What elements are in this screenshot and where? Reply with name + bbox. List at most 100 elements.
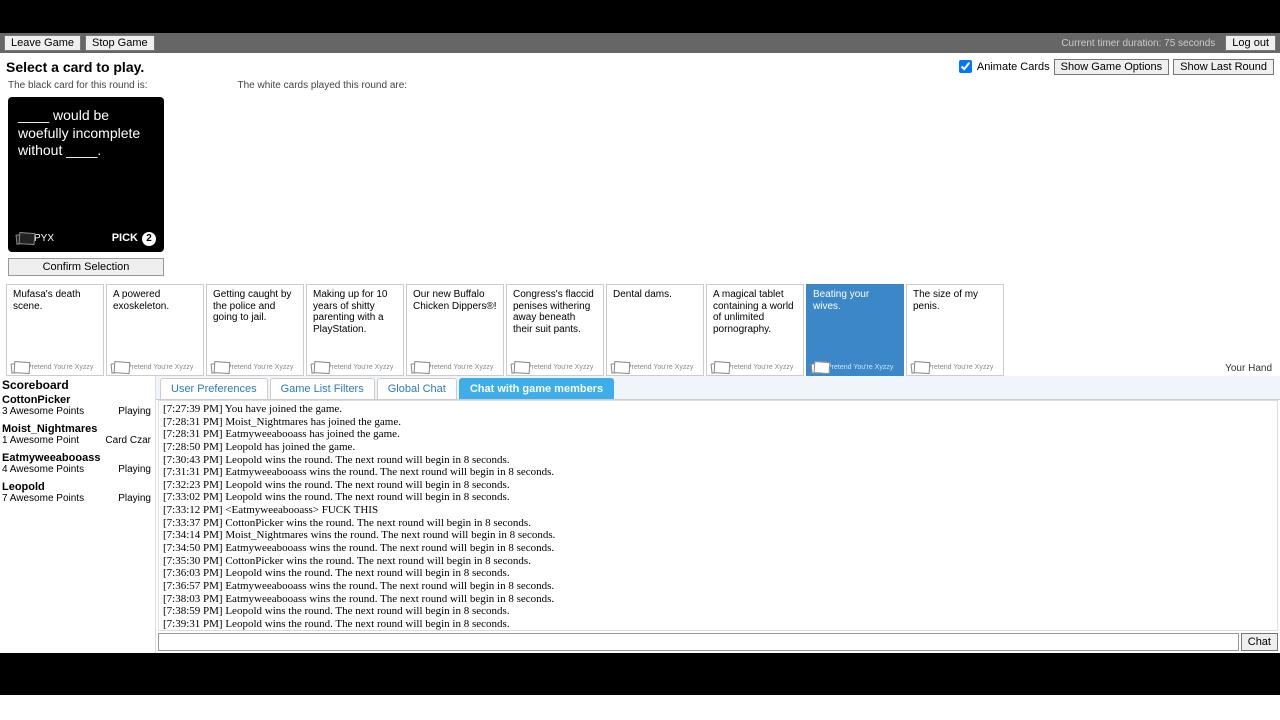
show-last-round-button[interactable]: Show Last Round [1173,59,1274,75]
card-stack-icon [311,362,326,373]
chat-line: [7:33:37 PM] CottonPicker wins the round… [163,517,1273,530]
hand-row: Mufasa's death scene. Pretend You're Xyzz… [0,282,1280,376]
confirm-selection-button[interactable]: Confirm Selection [8,258,164,276]
chat-line: [7:28:31 PM] Eatmyweeabooass has joined … [163,428,1273,441]
hand-card[interactable]: Getting caught by the police and going t… [206,284,304,376]
hand-card[interactable]: Our new Buffalo Chicken Dippers®! Pretend… [406,284,504,376]
chat-line: [7:38:59 PM] Leopold wins the round. The… [163,605,1273,618]
chat-line: [7:34:50 PM] Eatmyweeabooass wins the ro… [163,542,1273,555]
black-card-set: PYX [34,233,54,246]
hand-card[interactable]: A powered exoskeleton.Pretend You're Xyz… [106,284,204,376]
card-stack-icon [911,362,926,373]
player-status: Playing [118,406,151,417]
animate-cards-toggle[interactable]: Animate Cards [955,57,1050,76]
tab-game-list-filters[interactable]: Game List Filters [270,378,375,399]
black-card-text: ____ would be woefully incomplete withou… [18,107,154,160]
card-watermark: Pretend You're Xyzzy [111,363,193,373]
pick-label: PICK [112,232,138,246]
player-points: 7 Awesome Points [2,493,84,504]
card-stack-icon [811,362,826,373]
pick-count: 2 [142,232,156,246]
player-points: 3 Awesome Points [2,406,84,417]
scoreboard-row: CottonPicker3 Awesome Points Playing [2,394,151,417]
animate-cards-label: Animate Cards [977,61,1050,73]
card-watermark: Pretend You're Xyzzy [611,363,693,373]
card-watermark: Pretend You're Xyzzy [811,363,893,373]
scoreboard: Scoreboard CottonPicker3 Awesome Points P… [0,376,155,653]
scoreboard-row: Moist_Nightmares1 Awesome PointCard Czar [2,423,151,446]
scoreboard-row: Leopold7 Awesome Points Playing [2,481,151,504]
card-watermark: Pretend You're Xyzzy [511,363,593,373]
player-status: Playing [118,464,151,475]
hand-card-text: Mufasa's death scene. [13,289,97,312]
chat-line: [7:39:31 PM] Leopold wins the round. The… [163,618,1273,631]
stop-game-button[interactable]: Stop Game [85,35,155,51]
chat-line: [7:34:14 PM] Moist_Nightmares wins the r… [163,529,1273,542]
card-stack-icon [711,362,726,373]
hand-card[interactable]: Dental dams. Pretend You're Xyzzy [606,284,704,376]
timer-label: Current timer duration: 75 seconds [1061,38,1215,49]
tab-global-chat[interactable]: Global Chat [377,378,457,399]
hand-card[interactable]: Beating your wives. Pretend You're Xyzzy [806,284,904,376]
top-toolbar: Leave Game Stop Game Current timer durat… [0,33,1280,53]
black-card: ____ would be woefully incomplete withou… [8,97,164,252]
card-stack-icon [211,362,226,373]
leave-game-button[interactable]: Leave Game [4,35,81,51]
hand-card-text: Dental dams. [613,289,697,301]
hand-card-text: The size of my penis. [913,289,997,312]
black-card-label: The black card for this round is: [8,80,148,91]
prompt-heading: Select a card to play. [6,59,144,75]
card-watermark: Pretend You're Xyzzy [211,363,293,373]
tab-user-preferences[interactable]: User Preferences [160,378,268,399]
chat-line: [7:31:31 PM] Eatmyweeabooass wins the ro… [163,466,1273,479]
chat-line: [7:33:02 PM] Leopold wins the round. The… [163,491,1273,504]
chat-send-button[interactable]: Chat [1241,633,1278,651]
chat-line: [7:27:39 PM] You have joined the game. [163,403,1273,416]
player-name: CottonPicker [2,394,151,406]
card-watermark: Pretend You're Xyzzy [411,363,493,373]
hand-card[interactable]: Congress's flaccid penises withering awa… [506,284,604,376]
player-status: Card Czar [105,435,151,446]
chat-line: [7:36:03 PM] Leopold wins the round. The… [163,567,1273,580]
card-stack-icon [11,362,26,373]
card-stack-icon [611,362,626,373]
chat-line: [7:28:50 PM] Leopold has joined the game… [163,441,1273,454]
your-hand-label: Your Hand [1225,363,1272,374]
logout-button[interactable]: Log out [1225,35,1276,51]
hand-card-text: Making up for 10 years of shitty parenti… [313,289,397,335]
chat-input[interactable] [158,633,1239,651]
player-status: Playing [118,493,151,504]
hand-card[interactable]: Mufasa's death scene. Pretend You're Xyzz… [6,284,104,376]
show-game-options-button[interactable]: Show Game Options [1054,59,1170,75]
hand-card-text: Beating your wives. [813,289,897,312]
tab-game-chat[interactable]: Chat with game members [459,378,614,399]
player-points: 4 Awesome Points [2,464,84,475]
player-name: Eatmyweeabooass [2,452,151,464]
player-name: Moist_Nightmares [2,423,151,435]
letterbox-bottom [0,653,1280,695]
scoreboard-title: Scoreboard [2,378,151,392]
scoreboard-row: Eatmyweeabooass4 Awesome Points Playing [2,452,151,475]
letterbox-top [0,0,1280,33]
card-stack-icon [511,362,526,373]
hand-card[interactable]: A magical tablet containing a world of u… [706,284,804,376]
chat-line: [7:35:30 PM] CottonPicker wins the round… [163,555,1273,568]
hand-card-text: Our new Buffalo Chicken Dippers®! [413,289,497,312]
card-watermark: Pretend You're Xyzzy [311,363,393,373]
card-stack-icon [111,362,126,373]
hand-card-text: Getting caught by the police and going t… [213,289,297,324]
card-watermark: Pretend You're Xyzzy [711,363,793,373]
hand-card[interactable]: Making up for 10 years of shitty parenti… [306,284,404,376]
player-name: Leopold [2,481,151,493]
hand-card[interactable]: The size of my penis.Pretend You're Xyzz… [906,284,1004,376]
card-stack-icon [16,233,31,244]
chat-line: [7:32:23 PM] Leopold wins the round. The… [163,479,1273,492]
chat-line: [7:28:31 PM] Moist_Nightmares has joined… [163,416,1273,429]
chat-log[interactable]: [7:27:39 PM] You have joined the game.[7… [158,400,1278,631]
animate-cards-checkbox[interactable] [959,60,972,73]
chat-tabs: User Preferences Game List Filters Globa… [156,376,1280,400]
chat-line: [7:30:43 PM] Leopold wins the round. The… [163,454,1273,467]
chat-line: [7:36:57 PM] Eatmyweeabooass wins the ro… [163,580,1273,593]
card-watermark: Pretend You're Xyzzy [11,363,93,373]
chat-line: [7:38:03 PM] Eatmyweeabooass wins the ro… [163,593,1273,606]
